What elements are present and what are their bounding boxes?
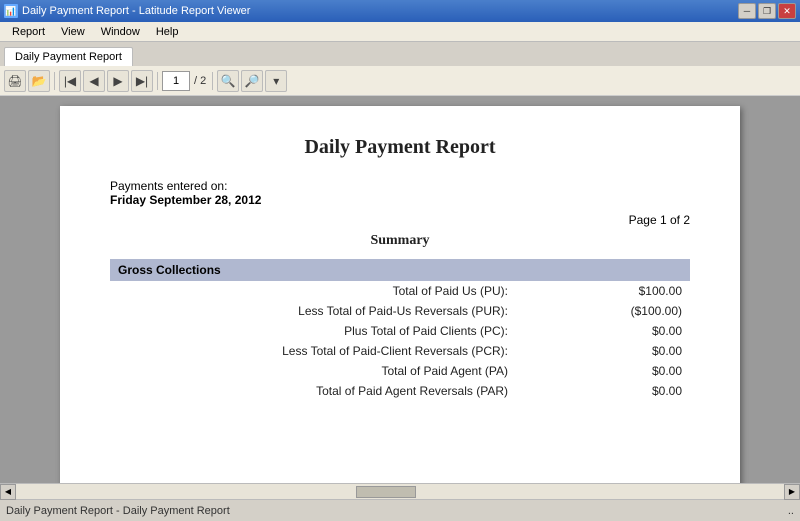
row-label: Total of Paid Us (PU):: [110, 281, 516, 301]
row-label: Total of Paid Agent Reversals (PAR): [110, 381, 516, 401]
status-extra: ..: [788, 505, 794, 517]
row-label: Total of Paid Agent (PA): [110, 361, 516, 381]
toolbar-separator-2: [157, 72, 158, 90]
page-info: Page 1 of 2: [629, 213, 690, 227]
table-row: Less Total of Paid-Us Reversals (PUR):($…: [110, 301, 690, 321]
menu-report[interactable]: Report: [4, 24, 53, 40]
nav-first-button[interactable]: |◀: [59, 70, 81, 92]
row-label: Less Total of Paid-Us Reversals (PUR):: [110, 301, 516, 321]
row-value: $100.00: [516, 281, 690, 301]
menu-bar: Report View Window Help: [0, 22, 800, 42]
title-bar: 📊 Daily Payment Report - Latitude Report…: [0, 0, 800, 22]
bottom-scrollbar-thumb[interactable]: [356, 486, 416, 498]
report-meta: Payments entered on: Friday September 28…: [110, 179, 690, 227]
nav-next-button[interactable]: ▶: [107, 70, 129, 92]
print-button[interactable]: 🖨: [4, 70, 26, 92]
status-text: Daily Payment Report - Daily Payment Rep…: [6, 505, 230, 517]
table-header-row: Gross Collections: [110, 259, 690, 281]
restore-button[interactable]: ❐: [758, 3, 776, 19]
table-header-cell: Gross Collections: [110, 259, 690, 281]
payments-label: Payments entered on:: [110, 179, 261, 193]
toolbar-separator-1: [54, 72, 55, 90]
status-bar: Daily Payment Report - Daily Payment Rep…: [0, 499, 800, 521]
bottom-scrollbar[interactable]: ◀ ▶: [0, 483, 800, 499]
table-row: Total of Paid Agent Reversals (PAR)$0.00: [110, 381, 690, 401]
window-controls: ─ ❐ ✕: [738, 3, 796, 19]
title-bar-left: 📊 Daily Payment Report - Latitude Report…: [4, 4, 250, 18]
main-area: Daily Payment Report Payments entered on…: [0, 96, 800, 483]
row-label: Plus Total of Paid Clients (PC):: [110, 321, 516, 341]
toolbar-separator-3: [212, 72, 213, 90]
menu-window[interactable]: Window: [93, 24, 148, 40]
summary-title: Summary: [110, 233, 690, 249]
table-row: Total of Paid Agent (PA)$0.00: [110, 361, 690, 381]
find-button[interactable]: ▾: [265, 70, 287, 92]
toolbar: 🖨 📂 |◀ ◀ ▶ ▶| 1 / 2 🔍 🔎 ▾: [0, 66, 800, 96]
bottom-scrollbar-track: [16, 485, 784, 499]
report-page: Daily Payment Report Payments entered on…: [60, 106, 740, 483]
tab-bar: Daily Payment Report: [0, 42, 800, 66]
page-total: / 2: [192, 75, 208, 87]
menu-view[interactable]: View: [53, 24, 93, 40]
report-table: Gross Collections Total of Paid Us (PU):…: [110, 259, 690, 401]
row-value: $0.00: [516, 361, 690, 381]
zoom-out-button[interactable]: 🔎: [241, 70, 263, 92]
tab-daily-payment-report[interactable]: Daily Payment Report: [4, 47, 133, 66]
row-value: $0.00: [516, 381, 690, 401]
report-date: Friday September 28, 2012: [110, 193, 261, 207]
report-title: Daily Payment Report: [110, 136, 690, 159]
nav-prev-button[interactable]: ◀: [83, 70, 105, 92]
row-value: $0.00: [516, 321, 690, 341]
open-button[interactable]: 📂: [28, 70, 50, 92]
table-row: Less Total of Paid-Client Reversals (PCR…: [110, 341, 690, 361]
zoom-in-button[interactable]: 🔍: [217, 70, 239, 92]
report-scroll[interactable]: Daily Payment Report Payments entered on…: [0, 96, 800, 483]
close-button[interactable]: ✕: [778, 3, 796, 19]
row-value: ($100.00): [516, 301, 690, 321]
table-row: Plus Total of Paid Clients (PC):$0.00: [110, 321, 690, 341]
table-row: Total of Paid Us (PU):$100.00: [110, 281, 690, 301]
page-number-input[interactable]: 1: [162, 71, 190, 91]
menu-help[interactable]: Help: [148, 24, 187, 40]
app-icon: 📊: [4, 4, 18, 18]
minimize-button[interactable]: ─: [738, 3, 756, 19]
scroll-right-button[interactable]: ▶: [784, 484, 800, 500]
window-title: Daily Payment Report - Latitude Report V…: [22, 5, 250, 17]
row-label: Less Total of Paid-Client Reversals (PCR…: [110, 341, 516, 361]
row-value: $0.00: [516, 341, 690, 361]
scroll-left-button[interactable]: ◀: [0, 484, 16, 500]
nav-last-button[interactable]: ▶|: [131, 70, 153, 92]
